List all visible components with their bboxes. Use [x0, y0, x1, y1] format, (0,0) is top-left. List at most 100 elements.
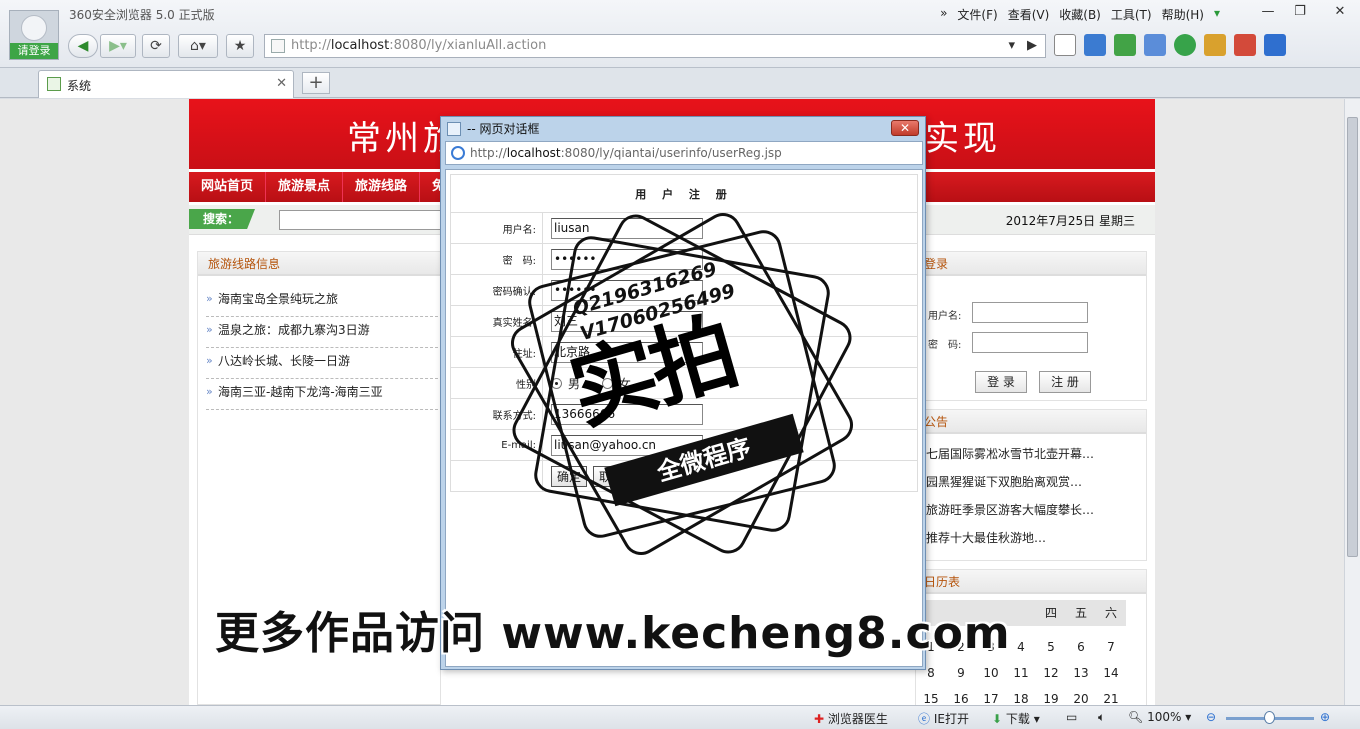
calendar-day[interactable]: 18 [1006, 686, 1036, 705]
page-icon [271, 39, 285, 53]
calendar-day[interactable]: 9 [946, 660, 976, 686]
register-button[interactable]: 注 册 [1039, 371, 1091, 393]
calendar-day[interactable]: 21 [1096, 686, 1126, 705]
calendar-day[interactable]: 6 [1066, 634, 1096, 660]
notice-item[interactable]: 旅游旺季景区游客大幅度攀长… [926, 500, 1146, 528]
forward-button[interactable]: ▶▾ [100, 34, 136, 58]
zoom-slider-knob[interactable] [1264, 711, 1275, 724]
dialog-address-path: :8080/ly/qiantai/userinfo/userReg.jsp [560, 146, 782, 160]
notice-item[interactable]: 七届国际雾凇冰雪节北壶开幕… [926, 444, 1146, 472]
minimize-button[interactable]: — [1254, 4, 1282, 22]
menu-file[interactable]: 文件(F) [957, 6, 997, 23]
confirm-button[interactable]: 确定 [551, 465, 588, 487]
video-icon[interactable] [1264, 34, 1286, 56]
tab-system[interactable]: 系统 ✕ [38, 70, 294, 98]
phone-field[interactable]: 13666666 [551, 403, 703, 425]
address-path: :8080/ly/xianluAll.action [389, 38, 547, 53]
calendar-day[interactable]: 16 [946, 686, 976, 705]
download-button[interactable]: ⬇ 下载 ▾ [992, 710, 1040, 727]
gender-female-radio[interactable] [601, 377, 613, 389]
calendar-day[interactable]: 20 [1066, 686, 1096, 705]
go-icon[interactable]: ▶ [1027, 35, 1037, 57]
zoom-out-icon[interactable]: ⊖ [1206, 710, 1216, 724]
user-avatar[interactable]: 请登录 [9, 10, 59, 60]
nav-home[interactable]: 网站首页 [189, 172, 267, 202]
calendar-day[interactable]: 11 [1006, 660, 1036, 686]
calendar-day[interactable]: 15 [916, 686, 946, 705]
scrollbar-thumb[interactable] [1347, 117, 1358, 557]
login-username-input[interactable] [972, 302, 1088, 323]
password-field[interactable]: •••••• [551, 248, 703, 270]
ie-page-icon [447, 122, 461, 136]
calendar-day[interactable]: 17 [976, 686, 1006, 705]
username-label: 用户名: [450, 212, 543, 244]
favorite-star-button[interactable]: ★ [226, 34, 254, 58]
login-user-label: 用户名: [928, 311, 962, 322]
menu-help[interactable]: 帮助(H) [1162, 6, 1204, 23]
address-prefix: http:// [291, 38, 331, 53]
close-window-button[interactable]: ✕ [1326, 4, 1354, 22]
cancel-button[interactable]: 取消 [593, 465, 630, 487]
calendar-day[interactable]: 12 [1036, 660, 1066, 686]
menu-tools[interactable]: 工具(T) [1111, 6, 1152, 23]
routes-panel-title: 旅游线路信息 [198, 252, 440, 276]
login-button[interactable]: 登 录 [975, 371, 1027, 393]
nav-scenic[interactable]: 旅游景点 [266, 172, 344, 202]
color-icon[interactable] [1234, 34, 1256, 56]
dialog-close-button[interactable]: ✕ [891, 120, 919, 136]
calendar-head-cell: 四 [1036, 600, 1066, 626]
tab-close-icon[interactable]: ✕ [276, 76, 287, 91]
menu-favorites[interactable]: 收藏(B) [1059, 6, 1101, 23]
volume-icon[interactable]: 🔈︎ [1098, 710, 1105, 725]
email-field[interactable]: liusan@yahoo.cn [551, 434, 703, 456]
zoom-control[interactable]: 🔍︎ 100% ▾ [1128, 710, 1191, 724]
notice-list: 七届国际雾凇冰雪节北壶开幕… 园黑猩猩诞下双胞胎离观赏… 旅游旺季景区游客大幅度… [916, 434, 1146, 556]
monitor-icon[interactable]: ▭ [1066, 710, 1077, 724]
login-pass-label: 密 码: [928, 340, 962, 351]
search-input[interactable] [279, 210, 449, 230]
address-dropdown-icon[interactable]: ▾ [1008, 35, 1015, 57]
calendar-day[interactable]: 5 [1036, 634, 1066, 660]
address-field[interactable]: 北京路 [551, 341, 703, 363]
zoom-in-icon[interactable]: ⊕ [1320, 710, 1330, 724]
calendar-day[interactable]: 13 [1066, 660, 1096, 686]
restore-button[interactable]: ❐ [1286, 4, 1314, 22]
menu-double-chevron-icon[interactable]: » [940, 6, 947, 23]
nav-routes[interactable]: 旅游线路 [343, 172, 421, 202]
shield-icon[interactable] [1054, 34, 1076, 56]
cube-icon[interactable] [1084, 34, 1106, 56]
screenshot-icon[interactable] [1144, 34, 1166, 56]
gender-male-radio[interactable] [551, 377, 562, 389]
realname-field[interactable]: 刘三 [551, 310, 703, 332]
notice-item[interactable]: 园黑猩猩诞下双胞胎离观赏… [926, 472, 1146, 500]
username-field[interactable]: liusan [551, 217, 703, 239]
calendar-day[interactable]: 10 [976, 660, 1006, 686]
translate-icon[interactable] [1114, 34, 1136, 56]
browser-titlebar: 请登录 360安全浏览器 5.0 正式版 » 文件(F) 查看(V) 收藏(B)… [0, 0, 1360, 68]
address-bar[interactable]: http://localhost:8080/ly/xianluAll.actio… [264, 34, 1046, 58]
route-item[interactable]: 海南三亚-越南下龙湾-海南三亚 [206, 379, 438, 410]
calendar-day[interactable]: 7 [1096, 634, 1126, 660]
wrench-icon[interactable] [1204, 34, 1226, 56]
calendar-day[interactable]: 19 [1036, 686, 1066, 705]
extension-icon[interactable] [1174, 34, 1196, 56]
notice-item[interactable]: 推荐十大最佳秋游地… [926, 528, 1146, 556]
ie-open-button[interactable]: ⓔ IE打开 [918, 710, 969, 727]
app-title: 360安全浏览器 5.0 正式版 [69, 8, 215, 22]
refresh-button[interactable]: ⟳ [142, 34, 170, 58]
confirm-password-field[interactable]: •••••• [551, 279, 703, 301]
back-button[interactable]: ◀ [68, 34, 98, 58]
route-item[interactable]: 海南宝岛全景纯玩之旅 [206, 286, 438, 317]
route-item[interactable]: 温泉之旅：成都九寨沟3日游 [206, 317, 438, 348]
shirt-icon[interactable]: ▾ [1214, 6, 1220, 23]
new-tab-button[interactable]: + [302, 72, 330, 94]
login-label[interactable]: 请登录 [10, 43, 58, 59]
page-scrollbar[interactable] [1344, 99, 1360, 705]
menu-view[interactable]: 查看(V) [1008, 6, 1050, 23]
browser-doctor-button[interactable]: ✚ 浏览器医生 [814, 710, 888, 727]
login-password-input[interactable] [972, 332, 1088, 353]
home-button[interactable]: ⌂▾ [178, 34, 218, 58]
calendar-day[interactable]: 14 [1096, 660, 1126, 686]
magnifier-icon: 🔍︎ [1128, 710, 1144, 724]
route-item[interactable]: 八达岭长城、长陵一日游 [206, 348, 438, 379]
